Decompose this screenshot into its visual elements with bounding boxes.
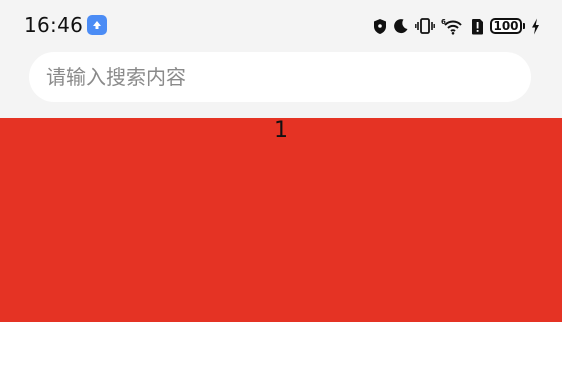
wifi-6-icon: 6: [441, 17, 465, 35]
status-icons: 6 100: [373, 14, 540, 38]
moon-icon: [393, 18, 409, 34]
search-input[interactable]: [44, 51, 531, 103]
battery-level: 100: [490, 18, 522, 34]
shield-icon: [373, 18, 387, 35]
app-notification-icon: [87, 15, 107, 35]
content-block-label: 1: [274, 118, 288, 143]
content-block[interactable]: 1: [0, 118, 562, 322]
status-time: 16:46: [24, 13, 84, 37]
vibrate-icon: [415, 17, 435, 35]
search-bar[interactable]: [29, 51, 531, 103]
charging-icon: [531, 18, 540, 35]
status-bar: 16:46 6 100: [0, 0, 562, 52]
battery-icon: 100: [490, 18, 525, 34]
sim-alert-icon: [471, 18, 484, 35]
